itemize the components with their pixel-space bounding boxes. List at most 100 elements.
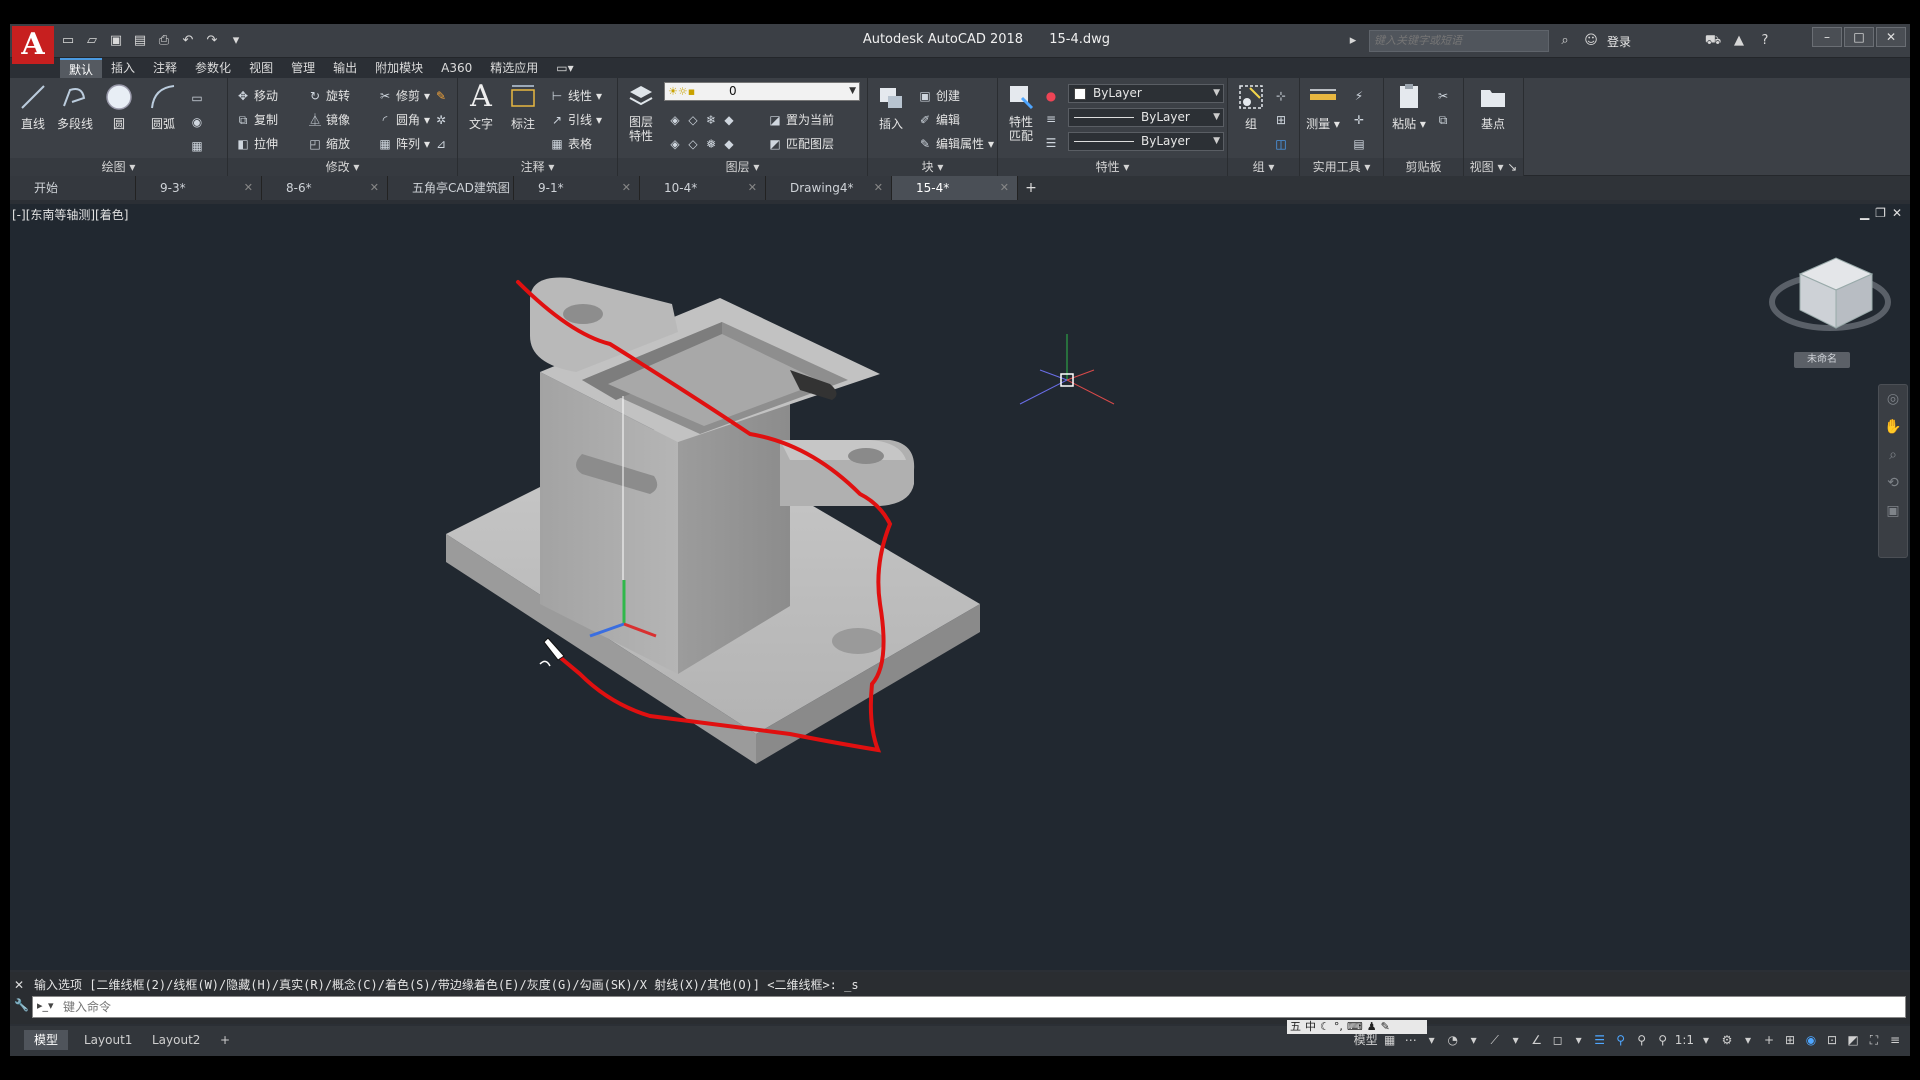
annotation-visibility-icon[interactable]: ⚲: [1612, 1030, 1630, 1050]
boundary-button[interactable]: ▦: [190, 136, 204, 156]
calculator-button[interactable]: ▤: [1352, 134, 1366, 154]
ime-tool-icon[interactable]: ✎: [1381, 1020, 1390, 1034]
close-tab-icon[interactable]: ✕: [748, 176, 757, 200]
scale-button[interactable]: ◰ 缩放: [308, 134, 350, 154]
mirror-button[interactable]: ⏅ 镜像: [308, 110, 350, 130]
3d-model[interactable]: [446, 277, 980, 764]
ime-keyboard-icon[interactable]: ⌨: [1347, 1020, 1363, 1034]
add-layout-button[interactable]: +: [210, 1030, 240, 1050]
close-tab-icon[interactable]: ✕: [244, 176, 253, 200]
tab-overflow-icon[interactable]: ▭▾: [547, 58, 582, 78]
lineweight-toggle-icon[interactable]: ☰: [1591, 1030, 1609, 1050]
osnap-icon[interactable]: ◻: [1549, 1030, 1567, 1050]
file-tab-active[interactable]: 15-4* ✕: [892, 176, 1018, 200]
rotate-button[interactable]: ↻ 旋转: [308, 86, 350, 106]
file-tab-start[interactable]: 开始: [10, 176, 136, 200]
create-block-button[interactable]: ▣ 创建: [918, 86, 960, 106]
cut-button[interactable]: ✂: [1436, 86, 1450, 106]
rectangle-button[interactable]: ▭: [190, 88, 204, 108]
group-button[interactable]: 组: [1230, 82, 1272, 132]
layer-lock-icon[interactable]: ◆: [722, 113, 736, 127]
copy-clip-button[interactable]: ⧉: [1436, 110, 1450, 130]
explode-button[interactable]: ✲: [434, 110, 448, 130]
panel-block-title[interactable]: 块 ▾: [868, 158, 997, 176]
tab-output[interactable]: 输出: [324, 58, 366, 78]
isolate-objects-icon[interactable]: ◩: [1844, 1030, 1862, 1050]
chevron-down-icon[interactable]: ▾: [1507, 1030, 1525, 1050]
ungroup-button[interactable]: ⊹: [1274, 86, 1288, 106]
hatch-button[interactable]: ◉: [190, 112, 204, 132]
arc-button[interactable]: 圆弧: [142, 82, 184, 132]
polyline-button[interactable]: 多段线: [54, 82, 96, 132]
table-button[interactable]: ▦ 表格: [550, 134, 592, 154]
ime-moon-icon[interactable]: ☾: [1320, 1020, 1330, 1034]
close-tab-icon[interactable]: ✕: [496, 176, 505, 200]
group-select-button[interactable]: ◫: [1274, 134, 1288, 154]
layer-off-icon[interactable]: ◈: [668, 113, 682, 127]
ime-punct-icon[interactable]: °,: [1334, 1020, 1343, 1034]
command-input[interactable]: [63, 997, 1903, 1017]
ime-language[interactable]: 中: [1305, 1020, 1316, 1034]
offset-button[interactable]: ⊿: [434, 134, 448, 154]
layer-on-icon[interactable]: ◈: [668, 137, 682, 151]
ucs-unnamed-button[interactable]: 未命名: [1794, 352, 1850, 368]
layer-walk-icon[interactable]: ◇: [686, 137, 700, 151]
tab-addins[interactable]: 附加模块: [366, 58, 432, 78]
point-coords-button[interactable]: ✛: [1352, 110, 1366, 130]
panel-properties-title[interactable]: 特性 ▾: [998, 158, 1227, 176]
layer-properties-button[interactable]: 图层 特性: [620, 82, 662, 143]
chevron-down-icon[interactable]: ▾: [1570, 1030, 1588, 1050]
panel-utilities-title[interactable]: 实用工具 ▾: [1300, 158, 1383, 176]
layout-tab-2[interactable]: Layout2: [142, 1030, 210, 1050]
base-view-button[interactable]: 基点: [1472, 82, 1514, 132]
close-icon[interactable]: ✕: [14, 978, 24, 992]
layer-unlock-icon[interactable]: ◆: [722, 137, 736, 151]
file-tab[interactable]: 9-1* ✕: [514, 176, 640, 200]
add-scale-icon[interactable]: +: [1760, 1030, 1778, 1050]
panel-draw-title[interactable]: 绘图 ▾: [10, 158, 227, 176]
close-tab-icon[interactable]: ✕: [874, 176, 883, 200]
chevron-down-icon[interactable]: ▾: [1739, 1030, 1757, 1050]
annotation-scale-value[interactable]: 1:1: [1675, 1030, 1694, 1050]
steering-wheel-icon[interactable]: ◎: [1879, 385, 1907, 413]
panel-modify-title[interactable]: 修改 ▾: [228, 158, 457, 176]
layer-thaw-icon[interactable]: ❅: [704, 137, 718, 151]
panel-groups-title[interactable]: 组 ▾: [1228, 158, 1299, 176]
edit-attributes-button[interactable]: ✎ 编辑属性 ▾: [918, 134, 994, 154]
chevron-down-icon[interactable]: ▾: [1465, 1030, 1483, 1050]
ime-user-icon[interactable]: ♟: [1367, 1020, 1377, 1034]
auto-scale-icon[interactable]: ⚲: [1633, 1030, 1651, 1050]
minimize-button[interactable]: –: [1812, 27, 1842, 47]
tab-annotate[interactable]: 注释: [144, 58, 186, 78]
chevron-down-icon[interactable]: ▾: [1697, 1030, 1715, 1050]
stretch-button[interactable]: ◧ 拉伸: [236, 134, 278, 154]
lineweight-dropdown[interactable]: ByLayer ▼: [1068, 132, 1224, 151]
file-tab[interactable]: 9-3* ✕: [136, 176, 262, 200]
edit-block-button[interactable]: ✐ 编辑: [918, 110, 960, 130]
line-button[interactable]: 直线: [12, 82, 54, 132]
ime-mode[interactable]: 五: [1290, 1020, 1301, 1034]
units-icon[interactable]: ⊞: [1781, 1030, 1799, 1050]
cart-icon[interactable]: ⛟: [1703, 31, 1723, 51]
match-properties-button[interactable]: 特性 匹配: [1000, 82, 1042, 143]
drawing-viewport[interactable]: [-][东南等轴测][着色] ▁ ❐ ✕ 未命名 ◎ ✋ ⌕ ⟲ ▣: [10, 204, 1910, 970]
close-tab-icon[interactable]: ✕: [622, 176, 631, 200]
a360-icon[interactable]: ▲: [1729, 31, 1749, 51]
layout-tab-model[interactable]: 模型: [24, 1030, 69, 1050]
layer-freeze-icon[interactable]: ❄: [704, 113, 718, 127]
quick-select-button[interactable]: ⚡: [1352, 86, 1366, 106]
group-edit-button[interactable]: ⊞: [1274, 110, 1288, 130]
set-current-button[interactable]: ◪ 置为当前: [768, 110, 834, 130]
panel-layers-title[interactable]: 图层 ▾: [618, 158, 867, 176]
array-button[interactable]: ▦ 阵列 ▾: [378, 134, 430, 154]
workspace-gear-icon[interactable]: ⚙: [1718, 1030, 1736, 1050]
tab-manage[interactable]: 管理: [282, 58, 324, 78]
customize-menu-icon[interactable]: ≡: [1886, 1030, 1904, 1050]
file-tab[interactable]: 10-4* ✕: [640, 176, 766, 200]
pan-icon[interactable]: ✋: [1879, 413, 1907, 441]
help-icon[interactable]: ?: [1755, 31, 1775, 51]
search-expand-icon[interactable]: ▸: [1343, 31, 1363, 51]
tab-insert[interactable]: 插入: [102, 58, 144, 78]
lock-ui-icon[interactable]: ⊡: [1823, 1030, 1841, 1050]
osnap-tracking-icon[interactable]: ∠: [1528, 1030, 1546, 1050]
